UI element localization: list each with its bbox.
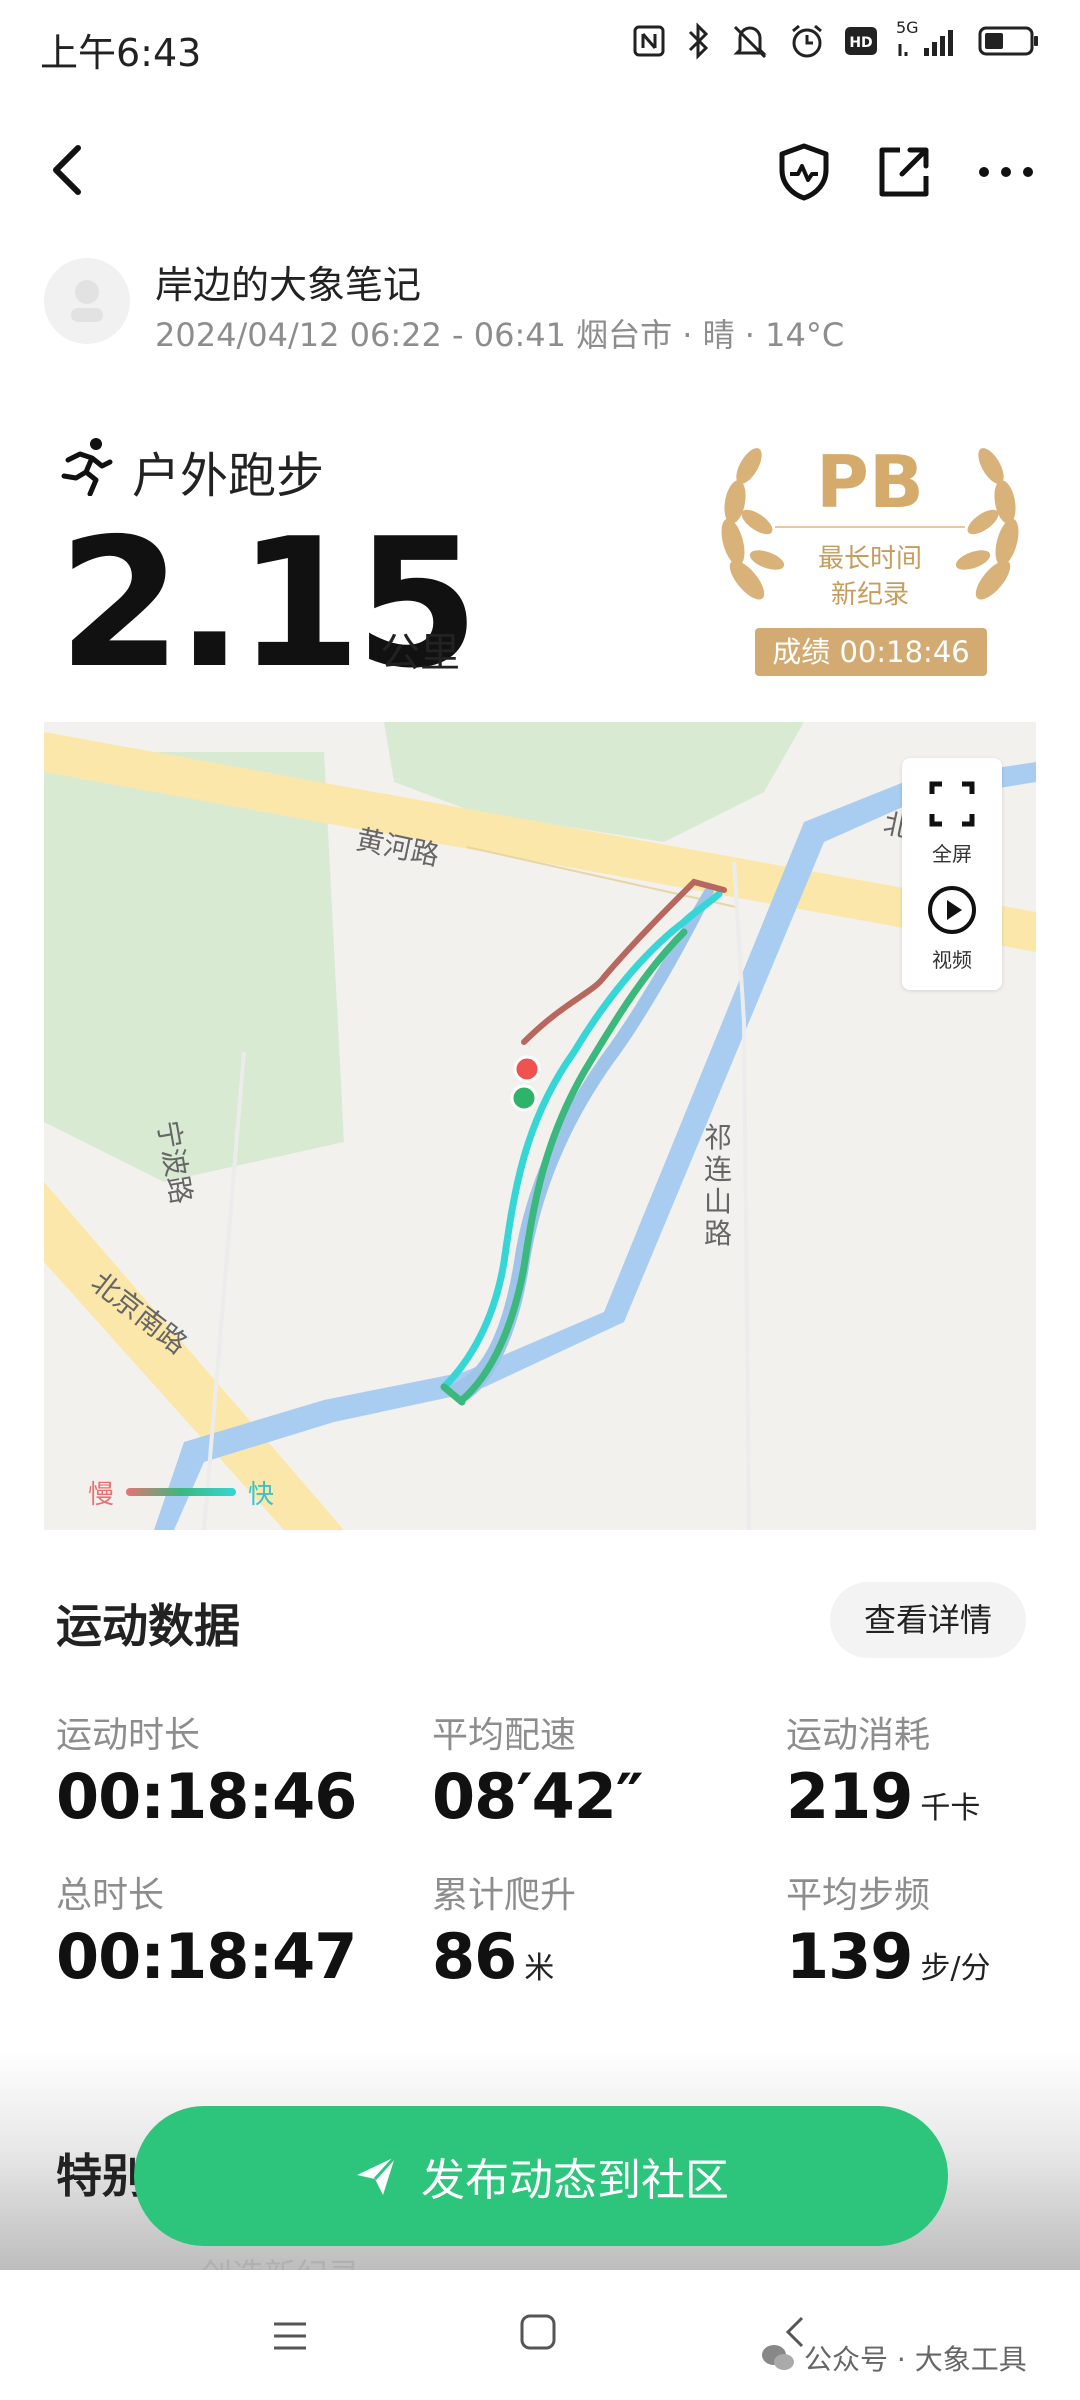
stat-label: 运动时长 xyxy=(56,1715,201,1756)
signal-icon: 5G xyxy=(896,18,960,60)
mute-icon xyxy=(733,25,767,59)
distance-unit: 公里 xyxy=(380,630,460,676)
fullscreen-icon[interactable] xyxy=(926,778,978,830)
status-icons: HD 5G xyxy=(632,18,1040,60)
back-arrow-icon[interactable] xyxy=(40,140,100,200)
pb-score: 成绩 00:18:46 xyxy=(755,628,987,676)
stat-value: 219 xyxy=(786,1760,913,1833)
activity-meta: 2024/04/12 06:22 - 06:41 烟台市 · 晴 · 14°C xyxy=(155,316,845,354)
network-label: 5G xyxy=(896,18,919,37)
stat-value-group: 86 米 xyxy=(432,1920,554,1993)
more-icon[interactable] xyxy=(974,140,1038,204)
shield-icon[interactable] xyxy=(772,140,836,204)
menu-icon[interactable] xyxy=(270,2316,310,2356)
pb-badge[interactable]: PB 最长时间 新纪录 成绩 00:18:46 xyxy=(705,430,1035,680)
stat-unit: 千卡 xyxy=(920,1791,981,1826)
stat-label: 平均步频 xyxy=(786,1875,931,1916)
stat-label: 累计爬升 xyxy=(432,1875,577,1916)
stats-title: 运动数据 xyxy=(56,1599,240,1653)
watermark-text: 公众号 · 大象工具 xyxy=(804,2343,1027,2376)
battery-icon xyxy=(978,26,1038,56)
legend-fast: 快 xyxy=(248,1480,275,1510)
watermark: 公众号 · 大象工具 xyxy=(760,2338,1027,2378)
video-label[interactable]: 视频 xyxy=(902,944,1002,973)
alarm-icon xyxy=(792,24,822,58)
sport-type: 户外跑步 xyxy=(132,448,325,504)
stat-label: 平均配速 xyxy=(432,1715,577,1756)
divider xyxy=(775,526,965,528)
view-details-button[interactable]: 查看详情 xyxy=(830,1582,1026,1658)
stat-value: 00:18:46 xyxy=(56,1760,357,1833)
send-icon xyxy=(357,2155,397,2195)
stat-value: 08′42″ xyxy=(432,1760,644,1833)
username[interactable]: 岸边的大象笔记 xyxy=(155,254,421,309)
road-label-qilianshan: 祁连山路 xyxy=(704,1121,733,1250)
stat-value: 86 xyxy=(432,1920,517,1993)
nfc-icon xyxy=(633,25,665,57)
publish-to-community-button[interactable]: 发布动态到社区 xyxy=(134,2106,948,2246)
fullscreen-label[interactable]: 全屏 xyxy=(902,838,1002,867)
stat-label: 总时长 xyxy=(56,1875,165,1916)
stat-value: 00:18:47 xyxy=(56,1920,357,1993)
share-icon[interactable] xyxy=(872,140,936,204)
running-icon xyxy=(61,438,113,496)
pb-line2: 新纪录 xyxy=(830,580,909,610)
legend-slow: 慢 xyxy=(88,1480,115,1510)
stat-unit: 步/分 xyxy=(920,1951,991,1986)
svg-text:HD: HD xyxy=(849,35,872,51)
stat-unit: 米 xyxy=(524,1951,555,1986)
pb-title: PB xyxy=(816,440,924,524)
route-map[interactable]: 黄河路 北 宁波路 北京南路 祁连山路 全屏 视频 慢 快 xyxy=(44,722,1036,1530)
map-canvas xyxy=(44,722,1036,1530)
home-icon[interactable] xyxy=(518,2312,558,2352)
status-time: 上午6:43 xyxy=(40,31,202,75)
pb-line1: 最长时间 xyxy=(817,544,922,574)
publish-label: 发布动态到社区 xyxy=(421,2155,729,2206)
avatar[interactable] xyxy=(44,258,130,344)
stat-label: 运动消耗 xyxy=(786,1715,931,1756)
hd-icon: HD xyxy=(845,27,877,55)
wechat-icon xyxy=(762,2345,794,2370)
play-video-icon[interactable] xyxy=(926,884,978,936)
stat-value: 139 xyxy=(786,1920,913,1993)
map-controls: 全屏 视频 xyxy=(902,758,1002,990)
speed-gradient xyxy=(126,1488,236,1496)
stat-value-group: 139 步/分 xyxy=(786,1920,991,1993)
avatar-placeholder-icon xyxy=(71,280,103,322)
stat-value-group: 219 千卡 xyxy=(786,1760,980,1833)
bluetooth-icon xyxy=(688,22,709,60)
